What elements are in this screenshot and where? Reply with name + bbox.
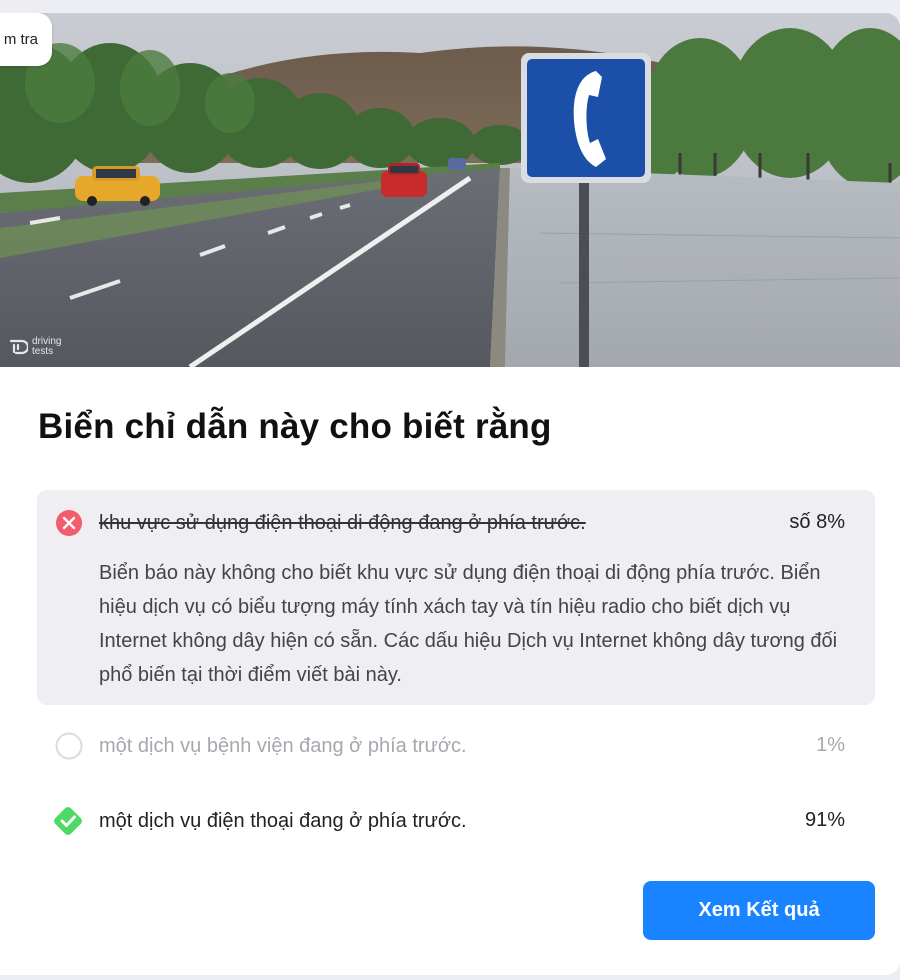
answer-text: một dịch vụ điện thoại đang ở phía trước… [99, 810, 467, 832]
answer-option-correct[interactable]: một dịch vụ điện thoại đang ở phía trước… [37, 801, 875, 841]
question-image [0, 13, 900, 367]
question-card: m tra driving tests Biển chỉ dẫn này cho… [0, 13, 900, 975]
radio-empty-icon [55, 732, 83, 760]
watermark: driving tests [8, 337, 61, 357]
wrong-x-icon [56, 510, 82, 536]
answer-percent: 1% [816, 734, 845, 756]
answer-row: khu vực sử dụng điện thoại di động đang … [37, 509, 875, 539]
watermark-line-2: tests [32, 346, 54, 357]
back-to-test-button[interactable]: m tra [0, 13, 52, 66]
answer-text: một dịch vụ bệnh viện đang ở phía trước. [99, 735, 467, 757]
answer-option-wrong[interactable]: khu vực sử dụng điện thoại di động đang … [37, 490, 875, 705]
question-title: Biển chỉ dẫn này cho biết rằng [38, 407, 552, 446]
back-label: m tra [3, 31, 38, 48]
answer-option-unselected[interactable]: một dịch vụ bệnh viện đang ở phía trước.… [37, 726, 875, 766]
driving-tests-logo-icon [9, 339, 28, 355]
answer-text: khu vực sử dụng điện thoại di động đang … [99, 512, 586, 534]
answer-explanation: Biển báo này không cho biết khu vực sử d… [99, 562, 838, 686]
view-results-button[interactable]: Xem Kết quả [643, 881, 875, 940]
answer-percent: 91% [804, 809, 845, 831]
answer-percent: số 8% [789, 511, 845, 533]
correct-check-icon [54, 807, 82, 835]
